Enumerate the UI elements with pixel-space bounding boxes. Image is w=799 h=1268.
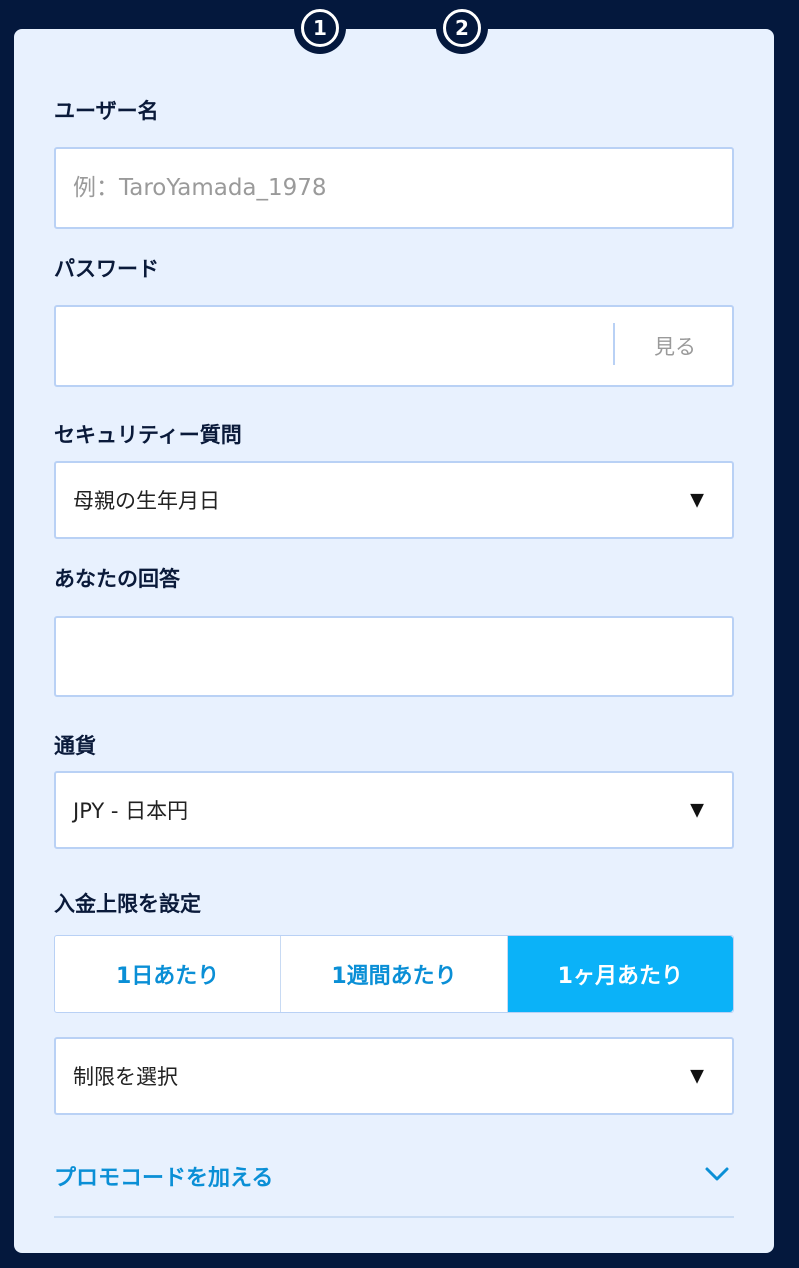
- answer-label: あなたの回答: [54, 567, 180, 591]
- limit-select-value: 制限を選択: [73, 1065, 178, 1089]
- step-2-indicator: 2: [436, 2, 488, 54]
- tab-per-week[interactable]: 1週間あたり: [281, 936, 508, 1012]
- password-field[interactable]: 見る: [54, 305, 734, 387]
- deposit-period-tabs: 1日あたり 1週間あたり 1ヶ月あたり: [54, 935, 734, 1013]
- username-field[interactable]: [54, 147, 734, 229]
- password-label: パスワード: [54, 257, 159, 281]
- security-question-label: セキュリティー質問: [54, 423, 242, 447]
- security-question-value: 母親の生年月日: [73, 489, 220, 513]
- show-password-button[interactable]: 見る: [654, 331, 696, 361]
- username-label: ユーザー名: [54, 99, 159, 123]
- promo-code-label: プロモコードを加える: [54, 1166, 274, 1191]
- limit-select[interactable]: 制限を選択 ▼: [54, 1037, 734, 1115]
- step-2-number: 2: [443, 9, 481, 47]
- dropdown-caret-icon: ▼: [690, 799, 704, 821]
- deposit-limit-label: 入金上限を設定: [54, 892, 201, 916]
- answer-input[interactable]: [56, 618, 732, 695]
- security-question-select[interactable]: 母親の生年月日 ▼: [54, 461, 734, 539]
- answer-field[interactable]: [54, 616, 734, 697]
- step-1-indicator: 1: [294, 2, 346, 54]
- tab-per-day[interactable]: 1日あたり: [55, 936, 282, 1012]
- username-input[interactable]: [56, 149, 732, 227]
- currency-value: JPY - 日本円: [73, 799, 189, 823]
- chevron-down-icon: [705, 1167, 729, 1181]
- currency-label: 通貨: [54, 734, 96, 758]
- dropdown-caret-icon: ▼: [690, 1065, 704, 1087]
- tab-per-month[interactable]: 1ヶ月あたり: [507, 936, 733, 1012]
- step-1-number: 1: [301, 9, 339, 47]
- dropdown-caret-icon: ▼: [690, 489, 704, 511]
- password-divider: [613, 323, 615, 365]
- password-input[interactable]: [56, 307, 616, 385]
- currency-select[interactable]: JPY - 日本円 ▼: [54, 771, 734, 849]
- promo-code-toggle[interactable]: プロモコードを加える: [54, 1140, 734, 1218]
